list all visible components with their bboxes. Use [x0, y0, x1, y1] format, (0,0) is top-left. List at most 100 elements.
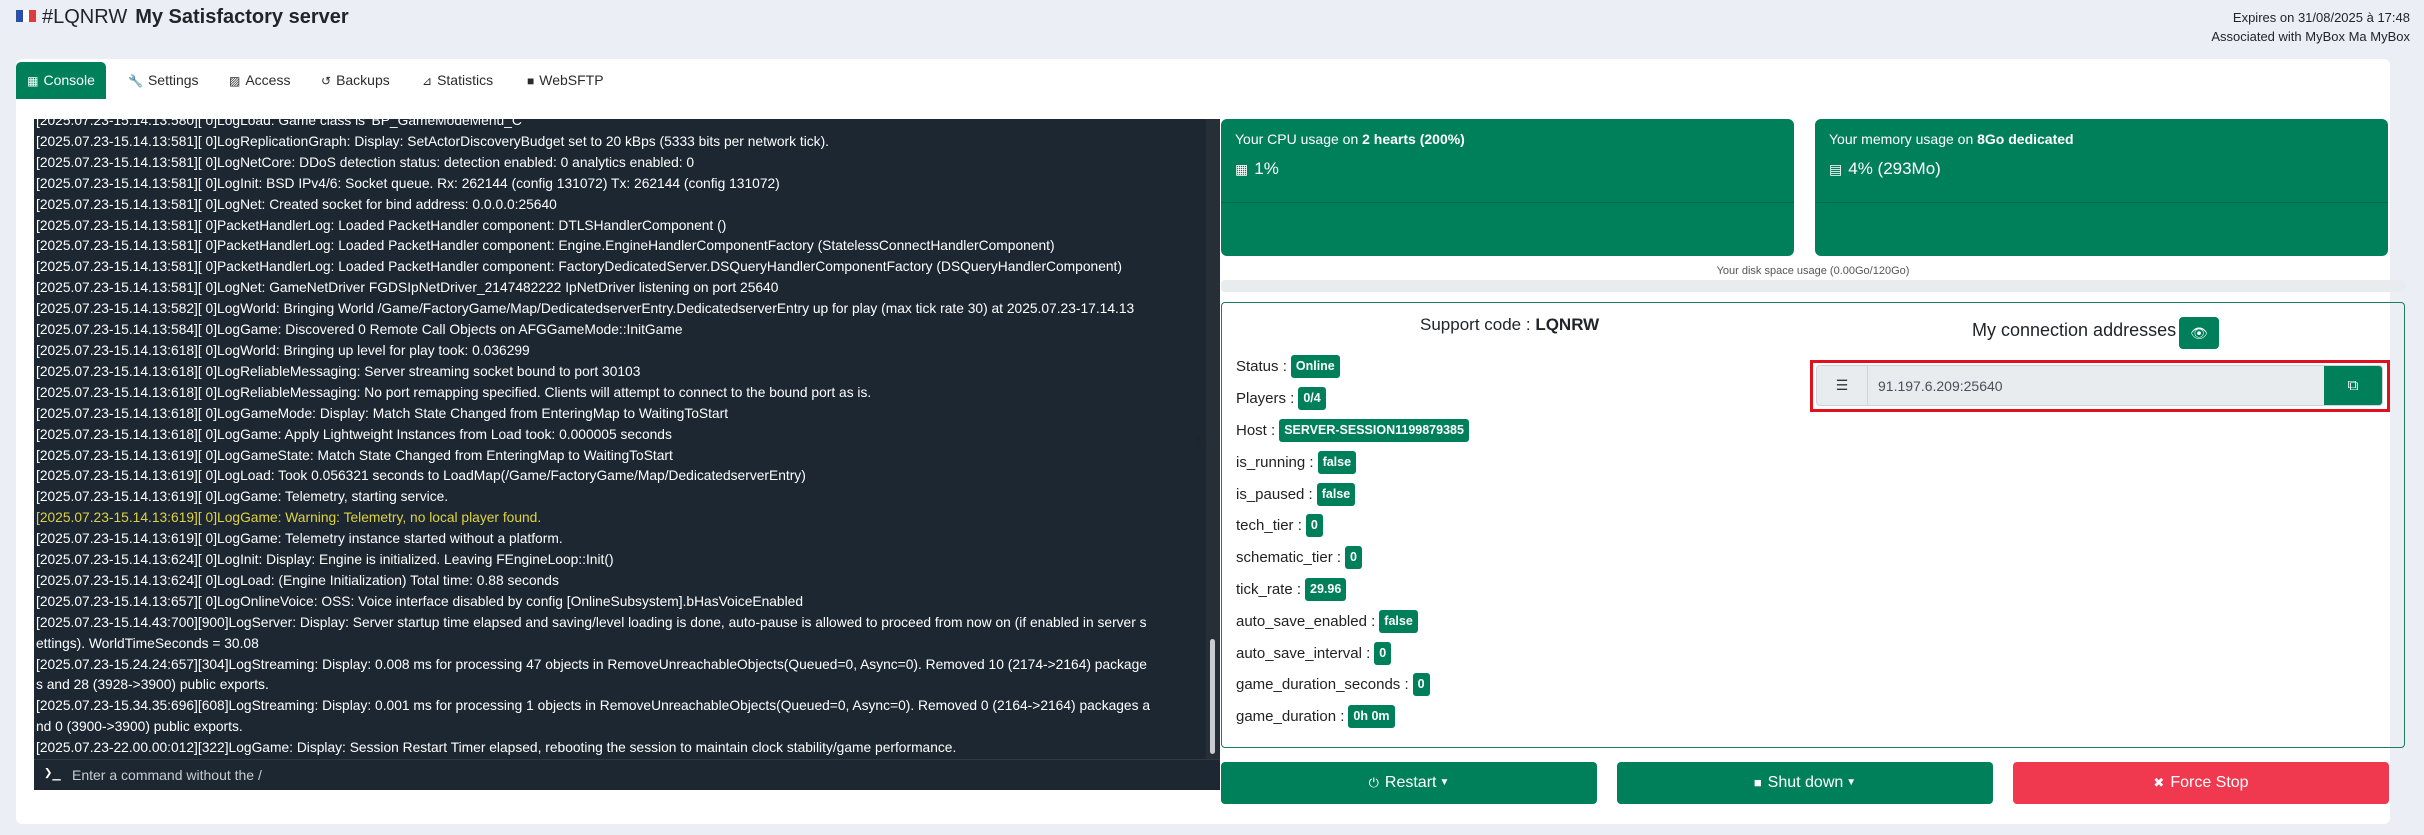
disk-usage-bar [1221, 280, 2405, 292]
memory-heading-strong: 8Go dedicated [1977, 131, 2074, 147]
stat-value-badge: 0 [1412, 673, 1430, 697]
console-line: [2025.07.23-15.14.13:581][ 0]LogInit: BS… [36, 175, 780, 191]
tab-label: Settings [147, 72, 199, 88]
cpu-usage-value-row: ▦ 1% [1235, 159, 1279, 179]
console-line: [2025.07.23-15.14.13:581][ 0]PacketHandl… [36, 238, 1055, 254]
associated-text: Associated with MyBox Ma MyBox [2211, 29, 2410, 44]
console-line: [2025.07.23-15.14.13:619][ 0]LogGame: Wa… [36, 510, 542, 526]
shutdown-button[interactable]: ■ Shut down ▼ [1617, 762, 1993, 804]
stat-key: is_running : [1236, 453, 1314, 471]
console-line: [2025.07.23-15.14.13:619][ 0]LogGame: Te… [36, 531, 563, 547]
console-line: [2025.07.23-15.14.13:582][ 0]LogWorld: B… [36, 301, 1135, 317]
connection-address-field[interactable] [1867, 366, 2323, 405]
console-line: [2025.07.23-15.14.13:581][ 0]LogReplicat… [36, 133, 829, 149]
console-line: [2025.07.23-15.14.13:618][ 0]LogReliable… [36, 384, 872, 400]
stat-key: tech_tier : [1236, 517, 1302, 535]
server-list-icon: ☰ [1835, 377, 1849, 393]
copy-address-icon[interactable]: ⧉ [2324, 366, 2382, 405]
stat-key: game_duration_seconds : [1236, 676, 1409, 694]
stop-square-icon: ■ [1753, 775, 1762, 791]
tab-label: Backups [336, 72, 390, 88]
console-line: ettings). WorldTimeSeconds = 30.08 [36, 635, 259, 651]
console-line: [2025.07.23-15.14.43:700][900]LogServer:… [36, 614, 1147, 630]
console-line: [2025.07.23-15.14.13:618][ 0]LogGame: Ap… [36, 426, 672, 442]
scrollbar-thumb[interactable] [1210, 639, 1215, 754]
show-addresses-eye-icon[interactable]: 👁 [2179, 317, 2219, 349]
prompt-icon: ❯_ [44, 765, 61, 781]
cpu-usage-value: 1% [1254, 159, 1279, 178]
console-line: [2025.07.23-15.14.13:624][ 0]LogInit: Di… [36, 552, 614, 568]
tab-settings[interactable]: 🔧 Settings [128, 62, 199, 99]
chart-icon: ⊿ [422, 74, 433, 88]
folder-icon: ■ [527, 74, 535, 88]
cpu-heading-text: Your CPU usage on [1235, 131, 1363, 147]
console-line: [2025.07.23-15.14.13:581][ 0]PacketHandl… [36, 259, 1122, 275]
support-code-value: LQNRW [1535, 315, 1600, 334]
memory-usage-value-row: ▤ 4% (293Mo) [1829, 159, 1941, 179]
stat-value-badge: 0/4 [1298, 387, 1326, 411]
stat-row: tick_rate :29.96 [1236, 574, 1469, 606]
tab-websftp[interactable]: ■ WebSFTP [527, 62, 604, 99]
stat-row: is_paused : false [1236, 478, 1469, 510]
console-log: [2025.07.23-15.14.13:580][ 0]LogLoad: Ga… [36, 119, 1206, 759]
power-icon: ⏻ [1368, 775, 1379, 791]
disk-usage-label: Your disk space usage (0.00Go/120Go) [1716, 265, 1910, 277]
stat-row: Host : SERVER-SESSION1199879385 [1236, 415, 1469, 447]
stat-row: is_running : false [1236, 446, 1469, 478]
console-line: [2025.07.23-15.34.35:696][608]LogStreami… [36, 698, 1151, 714]
console-line: [2025.07.23-15.14.13:581][ 0]LogNet: Cre… [36, 196, 557, 212]
cpu-usage-heading: Your CPU usage on 2 hearts (200%) [1235, 131, 1465, 147]
console-line: [2025.07.23-15.14.13:618][ 0]LogWorld: B… [36, 342, 530, 358]
tab-access[interactable]: ▨ Access [229, 62, 290, 99]
console-line: [2025.07.23-15.14.13:619][ 0]LogGameStat… [36, 447, 673, 463]
stat-value-badge: 0 [1345, 546, 1362, 570]
console-line: [2025.07.23-15.14.13:624][ 0]LogLoad: (E… [36, 572, 559, 588]
shutdown-label: Shut down [1767, 774, 1844, 792]
stat-row: auto_save_enabled : false [1236, 605, 1469, 637]
tab-backups[interactable]: ↺ Backups [321, 62, 390, 99]
support-code: Support code : LQNRW [1420, 315, 1599, 335]
console-output[interactable]: [2025.07.23-15.14.13:580][ 0]LogLoad: Ga… [34, 119, 1220, 759]
force-stop-button[interactable]: ✖ Force Stop [2013, 762, 2389, 804]
stat-key: is_paused : [1236, 485, 1313, 503]
command-input[interactable] [72, 764, 1172, 786]
collapse-console-chevron-right-icon[interactable]: › [1187, 425, 1211, 455]
console-line: [2025.07.23-15.14.13:580][ 0]LogLoad: Ga… [36, 119, 525, 128]
stat-key: game_duration : [1236, 708, 1345, 726]
console-line: [2025.07.23-15.24.24:657][304]LogStreami… [36, 656, 1147, 672]
memory-usage-heading: Your memory usage on 8Go dedicated [1829, 131, 2074, 147]
tab-statistics[interactable]: ⊿ Statistics [422, 62, 493, 99]
stat-key: tick_rate : [1236, 580, 1302, 598]
stat-value-badge: 0h 0m [1348, 705, 1395, 729]
stat-key: auto_save_interval : [1236, 644, 1371, 662]
terminal-icon: ▦ [27, 74, 39, 88]
restart-button[interactable]: ⏻ Restart ▼ [1221, 762, 1597, 804]
stat-row: game_duration_seconds :0 [1236, 669, 1469, 701]
cpu-heading-strong: 2 hearts (200%) [1362, 131, 1465, 147]
stat-key: Host : [1236, 421, 1276, 439]
stat-row: auto_save_interval :0 [1236, 637, 1469, 669]
server-card: ▦ Console 🔧 Settings ▨ Access ↺ Backups ⊿ Sta… [16, 59, 2405, 824]
stat-key: Status : [1236, 358, 1287, 376]
console-line: [2025.07.23-15.14.13:581][ 0]LogNetCore:… [36, 154, 695, 170]
server-stats-list: Status : Online Players :0/4 Host : SERVER-S… [1236, 351, 1469, 733]
stat-row: tech_tier :0 [1236, 510, 1469, 542]
stat-value-badge: SERVER-SESSION1199879385 [1279, 418, 1469, 442]
memory-heading-text: Your memory usage on [1829, 131, 1978, 147]
memory-icon: ▤ [1829, 161, 1843, 177]
microchip-icon: ▦ [1235, 161, 1249, 177]
stat-value-badge: 0 [1374, 641, 1392, 665]
history-icon: ↺ [321, 74, 332, 88]
console-line: [2025.07.23-15.14.13:618][ 0]LogGameMode… [36, 405, 729, 421]
tab-console[interactable]: ▦ Console [16, 62, 106, 99]
console-line: nd 0 (3900->3900) public exports. [36, 719, 243, 735]
memory-usage-card: Your memory usage on 8Go dedicated ▤ 4% (… [1815, 119, 2388, 256]
support-code-label: Support code : [1420, 315, 1536, 334]
tab-label: Console [43, 72, 95, 88]
server-title: #LQNRW My Satisfactory server [42, 4, 349, 30]
stat-key: schematic_tier : [1236, 549, 1342, 567]
wrench-icon: 🔧 [128, 74, 143, 88]
france-flag-icon [16, 10, 37, 22]
server-info-panel: Support code : LQNRW Status : Online Playe… [1221, 302, 2405, 748]
memory-usage-value: 4% (293Mo) [1848, 159, 1941, 178]
